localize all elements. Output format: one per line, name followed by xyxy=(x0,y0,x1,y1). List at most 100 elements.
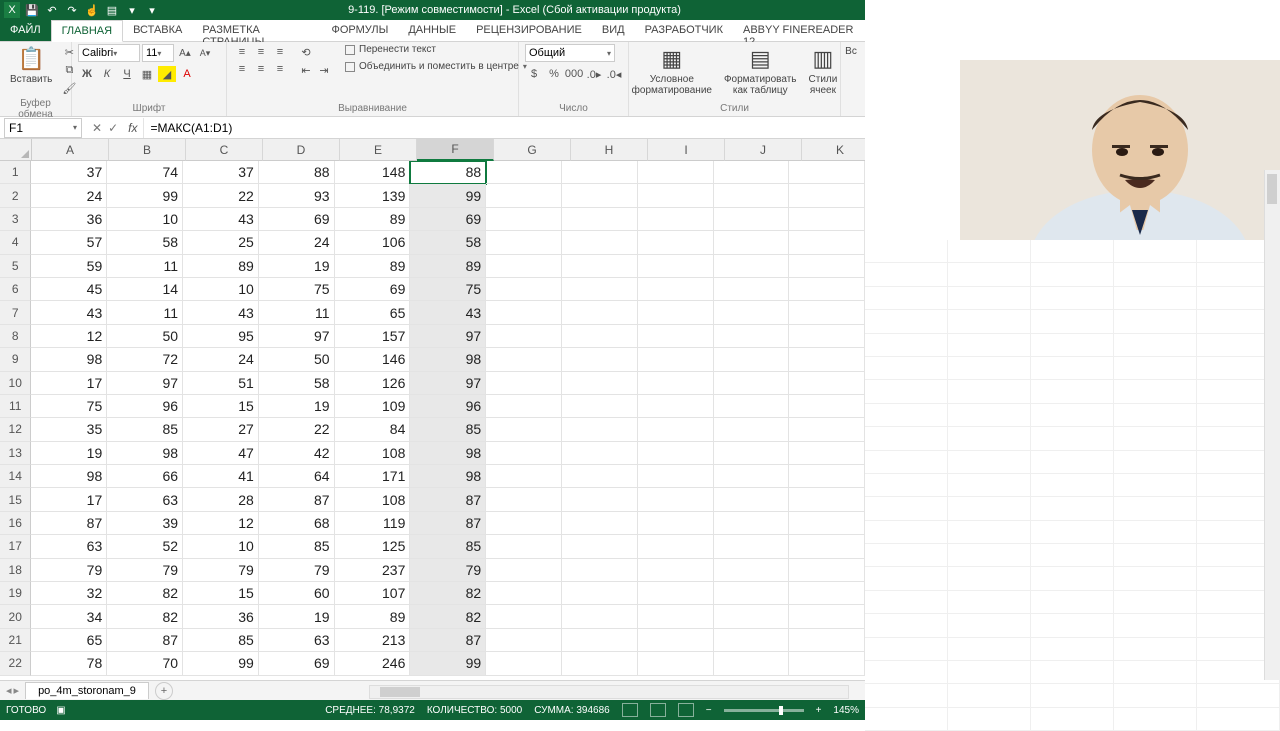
cell[interactable]: 43 xyxy=(31,301,107,324)
cell[interactable]: 99 xyxy=(410,184,486,207)
cell[interactable] xyxy=(714,372,790,395)
cell[interactable]: 65 xyxy=(335,301,411,324)
cell[interactable]: 63 xyxy=(107,488,183,511)
cell[interactable]: 43 xyxy=(183,208,259,231)
vertical-scrollbar[interactable] xyxy=(1264,170,1280,680)
cell[interactable] xyxy=(486,559,562,582)
cell[interactable] xyxy=(562,325,638,348)
cell[interactable]: 63 xyxy=(31,535,107,558)
cell[interactable]: 17 xyxy=(31,488,107,511)
cell[interactable]: 51 xyxy=(183,372,259,395)
cell[interactable]: 11 xyxy=(107,255,183,278)
cell[interactable]: 98 xyxy=(31,465,107,488)
cell[interactable]: 79 xyxy=(31,559,107,582)
cell[interactable]: 11 xyxy=(259,301,335,324)
cell[interactable]: 79 xyxy=(183,559,259,582)
cell[interactable] xyxy=(714,278,790,301)
zoom-slider[interactable] xyxy=(724,709,804,712)
cell[interactable]: 10 xyxy=(107,208,183,231)
cell[interactable] xyxy=(714,652,790,675)
cell[interactable] xyxy=(562,278,638,301)
cell[interactable] xyxy=(789,372,865,395)
page-layout-view-icon[interactable] xyxy=(650,703,666,717)
cell[interactable]: 12 xyxy=(183,512,259,535)
cell[interactable] xyxy=(714,605,790,628)
cell[interactable]: 97 xyxy=(259,325,335,348)
row-header[interactable]: 15 xyxy=(0,488,31,511)
cell[interactable]: 99 xyxy=(107,184,183,207)
column-header-A[interactable]: A xyxy=(32,139,109,161)
cell[interactable] xyxy=(486,278,562,301)
cell[interactable]: 84 xyxy=(335,418,411,441)
cell[interactable]: 89 xyxy=(410,255,486,278)
cell[interactable]: 87 xyxy=(31,512,107,535)
cell[interactable]: 19 xyxy=(259,255,335,278)
cell[interactable] xyxy=(789,512,865,535)
cell[interactable]: 95 xyxy=(183,325,259,348)
tab-formulas[interactable]: ФОРМУЛЫ xyxy=(321,20,398,41)
cell[interactable]: 41 xyxy=(183,465,259,488)
zoom-level[interactable]: 145% xyxy=(833,705,859,716)
align-middle-icon[interactable]: ≡ xyxy=(252,44,270,60)
cell[interactable]: 27 xyxy=(183,418,259,441)
undo-icon[interactable]: ↶ xyxy=(44,2,60,18)
name-box[interactable]: F1▾ xyxy=(4,118,82,138)
cell[interactable] xyxy=(638,395,714,418)
cell[interactable]: 87 xyxy=(410,488,486,511)
cell[interactable]: 35 xyxy=(31,418,107,441)
row-header[interactable]: 2 xyxy=(0,184,31,207)
cell[interactable] xyxy=(638,278,714,301)
cell[interactable]: 15 xyxy=(183,582,259,605)
cell[interactable]: 50 xyxy=(259,348,335,371)
border-icon[interactable]: ▦ xyxy=(138,66,156,82)
percent-icon[interactable]: % xyxy=(545,66,563,82)
cell[interactable]: 66 xyxy=(107,465,183,488)
cell[interactable]: 58 xyxy=(259,372,335,395)
tab-data[interactable]: ДАННЫЕ xyxy=(398,20,466,41)
cell[interactable] xyxy=(714,582,790,605)
cell[interactable]: 42 xyxy=(259,442,335,465)
row-header[interactable]: 20 xyxy=(0,605,31,628)
cell[interactable] xyxy=(789,442,865,465)
number-format-select[interactable]: Общий▾ xyxy=(525,44,615,62)
cell[interactable] xyxy=(562,161,638,184)
cell[interactable] xyxy=(789,255,865,278)
cell[interactable]: 87 xyxy=(410,629,486,652)
cell[interactable] xyxy=(486,255,562,278)
cell[interactable] xyxy=(486,301,562,324)
cell[interactable]: 82 xyxy=(410,582,486,605)
row-header[interactable]: 17 xyxy=(0,535,31,558)
cell[interactable]: 32 xyxy=(31,582,107,605)
row-header[interactable]: 1 xyxy=(0,161,31,184)
cell[interactable]: 52 xyxy=(107,535,183,558)
cell[interactable]: 37 xyxy=(183,161,259,184)
cell[interactable] xyxy=(638,629,714,652)
macro-record-icon[interactable]: ▣ xyxy=(56,705,65,716)
cell[interactable]: 39 xyxy=(107,512,183,535)
row-header[interactable]: 5 xyxy=(0,255,31,278)
cell[interactable]: 146 xyxy=(335,348,411,371)
cell[interactable]: 96 xyxy=(410,395,486,418)
cell[interactable]: 126 xyxy=(335,372,411,395)
cell[interactable]: 157 xyxy=(335,325,411,348)
zoom-in-icon[interactable]: + xyxy=(816,705,822,716)
cell[interactable] xyxy=(714,184,790,207)
increase-decimal-icon[interactable]: .0▸ xyxy=(585,66,603,82)
column-header-B[interactable]: B xyxy=(109,139,186,161)
cell-styles-button[interactable]: ▥Стили ячеек xyxy=(805,44,842,98)
cell[interactable]: 75 xyxy=(259,278,335,301)
cell[interactable] xyxy=(638,652,714,675)
cell[interactable] xyxy=(638,208,714,231)
cell[interactable] xyxy=(638,465,714,488)
cell[interactable]: 47 xyxy=(183,442,259,465)
cell[interactable] xyxy=(562,629,638,652)
cell[interactable] xyxy=(562,488,638,511)
cell[interactable]: 69 xyxy=(259,208,335,231)
cell[interactable]: 99 xyxy=(410,652,486,675)
cell[interactable] xyxy=(486,629,562,652)
cell[interactable]: 78 xyxy=(31,652,107,675)
cell[interactable] xyxy=(789,629,865,652)
align-left-icon[interactable]: ≡ xyxy=(233,61,251,77)
cell[interactable]: 24 xyxy=(31,184,107,207)
cell[interactable]: 87 xyxy=(410,512,486,535)
